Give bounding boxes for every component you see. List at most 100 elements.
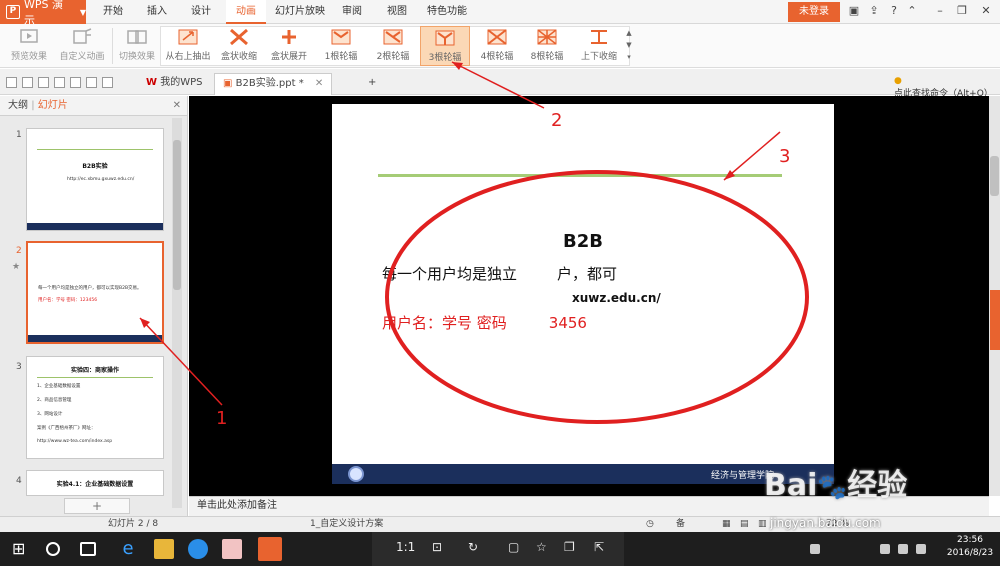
new-tab-button[interactable]: + xyxy=(360,73,384,95)
help-icon[interactable]: ? xyxy=(886,3,902,19)
ie-browser-icon[interactable]: e xyxy=(118,539,138,559)
close-icon[interactable]: ✕ xyxy=(315,78,323,89)
effect-pull-out-button[interactable]: 从右上抽出 xyxy=(163,26,213,66)
collapse-ribbon-icon[interactable]: ⌃ xyxy=(904,3,920,19)
effect-box-shrink-button[interactable]: 盒状收缩 xyxy=(216,26,262,66)
slide-thumbnail-4[interactable]: 实验4.1：企业基础数据设置 xyxy=(26,470,164,496)
tab-design[interactable]: 设计 xyxy=(184,0,218,24)
box-expand-icon xyxy=(282,30,296,44)
print-preview-icon[interactable] xyxy=(70,77,81,88)
tray-icon[interactable] xyxy=(810,544,820,554)
slide-thumbnail-1[interactable]: B2B实验 http://ec.xbmu.gxuwz.edu.cn/ xyxy=(26,128,164,231)
wps-presentation-taskbar-icon[interactable] xyxy=(258,537,282,561)
effect-vertical-shrink-button[interactable]: 上下收缩 xyxy=(576,26,622,66)
document-tab-bar: W 我的WPS ✕ ▣ B2B实验.ppt * ✕ + xyxy=(0,69,1000,95)
effect-label: 8根轮辐 xyxy=(530,52,564,62)
redo-icon[interactable] xyxy=(102,77,113,88)
effect-wheel-4-button[interactable]: 4根轮辐 xyxy=(474,26,520,66)
slide-credentials-part: 3456 xyxy=(548,314,587,332)
share-icon[interactable]: ⇪ xyxy=(866,3,882,19)
wheel-3-icon xyxy=(435,30,455,46)
favorite-icon[interactable]: ☆ xyxy=(536,540,547,554)
tab-review[interactable]: 审阅 xyxy=(336,0,368,24)
undo-icon[interactable] xyxy=(86,77,97,88)
effect-wheel-1-button[interactable]: 1根轮辐 xyxy=(318,26,364,66)
tab-view[interactable]: 视图 xyxy=(380,0,414,24)
transition-effect-button[interactable]: 切换效果 xyxy=(116,26,158,66)
restore-icon[interactable]: ❐ xyxy=(954,3,970,19)
tab-slideshow[interactable]: 幻灯片放映 xyxy=(274,0,326,24)
effect-wheel-8-button[interactable]: 8根轮辐 xyxy=(524,26,570,66)
input-method-icon[interactable] xyxy=(916,544,926,554)
effect-wheel-2-button[interactable]: 2根轮辐 xyxy=(370,26,416,66)
close-pane-icon[interactable]: ✕ xyxy=(173,96,181,116)
thumb-text: 3、网站设计 xyxy=(37,412,63,417)
tab-insert[interactable]: 插入 xyxy=(140,0,174,24)
wps-app-menu-button[interactable]: P WPS 演示 ▼ xyxy=(0,0,86,27)
custom-animation-button[interactable]: 自定义动画 xyxy=(56,26,108,66)
watermark-brand2: 经验 xyxy=(847,468,908,503)
effect-label: 3根轮辐 xyxy=(428,53,462,63)
windows-start-icon[interactable]: ⊞ xyxy=(12,539,32,559)
slide-counter: 幻灯片 2 / 8 xyxy=(108,519,159,529)
slide-divider-line xyxy=(378,174,782,177)
wps-logo-icon: P xyxy=(6,5,20,19)
new-file-icon[interactable] xyxy=(6,77,17,88)
preview-effect-button[interactable]: 预览效果 xyxy=(6,26,52,66)
tab-slides[interactable]: 幻灯片 xyxy=(38,100,68,111)
watermark-url: jingyan.baidu.com xyxy=(770,516,881,530)
annotation-number-2: 2 xyxy=(551,110,563,131)
skin-icon[interactable]: ▣ xyxy=(846,3,862,19)
watermark-brand: Bai xyxy=(764,468,818,503)
wheel-2-icon xyxy=(383,29,403,45)
close-icon[interactable]: ✕ xyxy=(978,3,994,19)
template-name: 1_自定义设计方案 xyxy=(310,519,384,529)
file-explorer-icon[interactable] xyxy=(154,539,174,559)
slide-thumbnail-3[interactable]: 实验四：商家操作 1、企业基础数据设置 2、商品信息管理 3、网站设计 案例《广… xyxy=(26,356,164,459)
network-icon[interactable] xyxy=(880,544,890,554)
fit-icon[interactable]: ⊡ xyxy=(432,540,442,554)
wheel-1-icon xyxy=(331,29,351,45)
task-view-icon[interactable] xyxy=(80,542,96,556)
wps-presentation-window: P WPS 演示 ▼ 开始 插入 设计 动画 幻灯片放映 审阅 视图 特色功能 … xyxy=(0,0,1000,566)
add-slide-button[interactable]: + xyxy=(64,498,130,514)
tab-document[interactable]: ▣ B2B实验.ppt * ✕ xyxy=(214,73,333,95)
rotate-icon[interactable]: ↻ xyxy=(468,540,478,554)
login-button[interactable]: 未登录 xyxy=(788,2,840,22)
school-seal-icon xyxy=(348,466,364,482)
tab-special[interactable]: 特色功能 xyxy=(424,0,470,24)
sogou-browser-icon[interactable] xyxy=(188,539,208,559)
open-file-icon[interactable] xyxy=(22,77,33,88)
app-icon[interactable] xyxy=(222,539,242,559)
effect-box-expand-button[interactable]: 盒状展开 xyxy=(266,26,312,66)
minimize-icon[interactable]: – xyxy=(932,3,948,19)
thumb-text: 1、企业基础数据设置 xyxy=(37,384,81,389)
side-panel-handle[interactable] xyxy=(990,290,1000,350)
current-slide[interactable]: B2B 每一个用户均是独立 户，都可 xuwz.edu.cn/ 用户名：学号 密码… xyxy=(332,104,834,484)
baidu-jingyan-watermark: Bai🐾经验 jingyan.baidu.com xyxy=(764,460,994,544)
share-icon[interactable]: ⇱ xyxy=(594,540,604,554)
slide-sorter-icon[interactable]: ▤ xyxy=(740,517,749,532)
normal-view-icon[interactable]: ▦ xyxy=(722,517,731,532)
copy-icon[interactable]: ❐ xyxy=(564,540,575,554)
effect-wheel-3-button[interactable]: 3根轮辐 xyxy=(420,26,470,66)
wheel-8-icon xyxy=(537,29,557,45)
save-icon[interactable]: ▢ xyxy=(508,540,519,554)
save-icon[interactable] xyxy=(38,77,49,88)
slide-thumbnail-2[interactable]: 每一个用户均是独立的用户，都可以实现B2B交易。 用户名：学号 密码：12345… xyxy=(26,241,164,344)
tab-outline[interactable]: 大纲 xyxy=(8,100,28,111)
print-icon[interactable] xyxy=(54,77,65,88)
slide-number: 4 xyxy=(16,476,22,486)
tab-start[interactable]: 开始 xyxy=(96,0,130,24)
backup-icon[interactable]: ◷ xyxy=(646,517,654,532)
actual-size-button[interactable]: 1:1 xyxy=(396,540,415,554)
volume-icon[interactable] xyxy=(898,544,908,554)
clock-date: 2016/8/23 xyxy=(946,548,994,558)
gallery-scroll-arrows[interactable]: ▲ ▼ ▾ xyxy=(624,27,634,65)
thumb-title: 实验四：商家操作 xyxy=(70,367,119,374)
slides-pane-scrollbar[interactable] xyxy=(172,118,182,508)
effect-label: 盒状收缩 xyxy=(220,52,257,62)
transition-effect-label: 切换效果 xyxy=(118,52,155,62)
tab-animation[interactable]: 动画 xyxy=(226,0,266,24)
search-icon[interactable] xyxy=(46,542,60,556)
